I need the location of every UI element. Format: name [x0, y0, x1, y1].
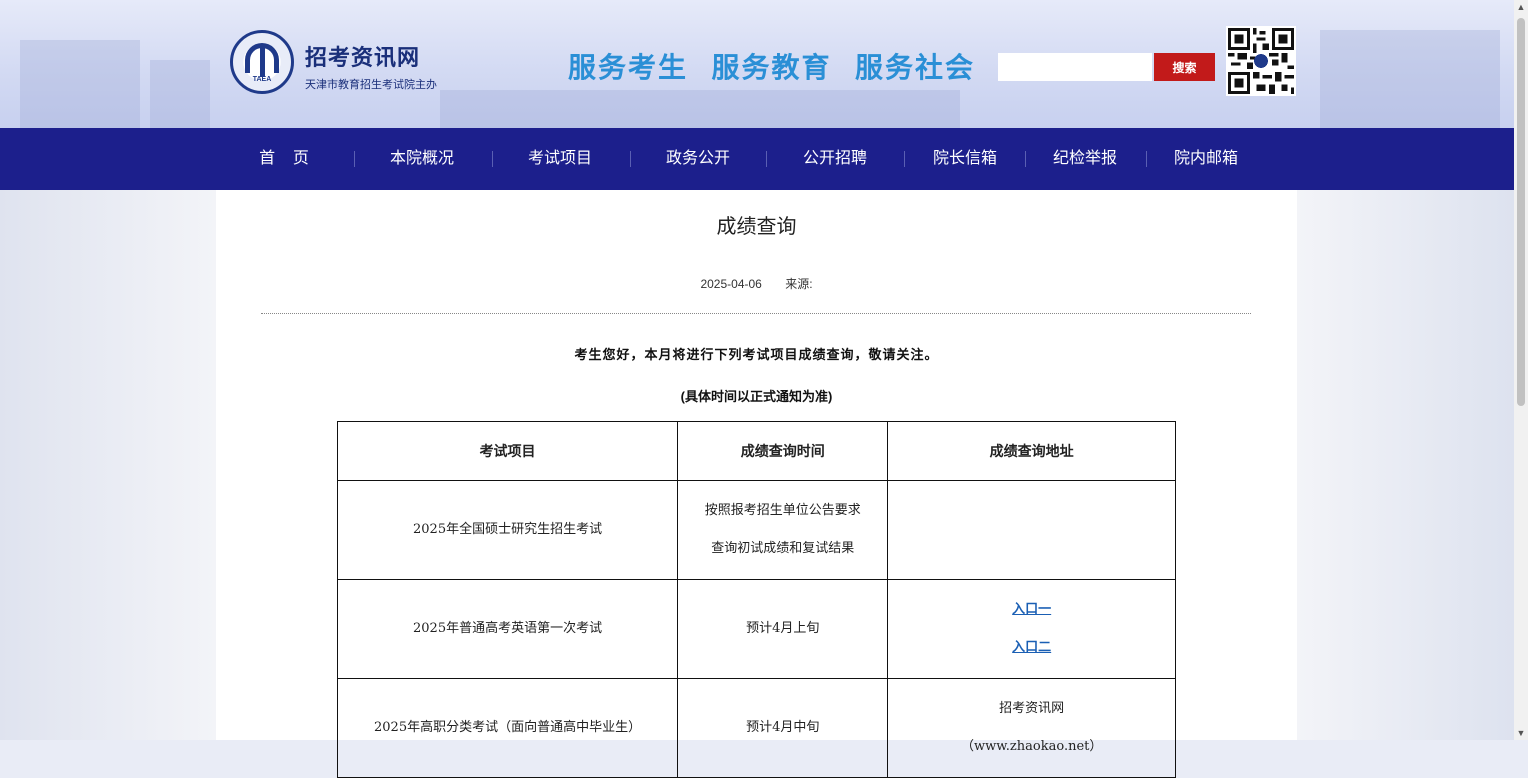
- cell-time: 预计4月上旬: [677, 579, 889, 679]
- article-intro: 考生您好，本月将进行下列考试项目成绩查询，敬请关注。: [574, 348, 939, 363]
- nav-item-home[interactable]: 首 页: [244, 128, 324, 190]
- background-building: [1320, 30, 1500, 128]
- nav-divider: [766, 151, 767, 167]
- logo-icon[interactable]: TAEA: [230, 30, 294, 94]
- nav-item-discipline-report[interactable]: 纪检举报: [1045, 128, 1125, 190]
- table-row: 2025年高职分类考试（面向普通高中毕业生） 预计4月中旬 招考资讯网 （www…: [336, 678, 1176, 778]
- background-building: [150, 60, 210, 128]
- search-button[interactable]: 搜索: [1154, 53, 1215, 81]
- slogan: 服务考生 服务教育 服务社会: [568, 51, 975, 84]
- column-header-project: 考试项目: [336, 421, 679, 481]
- cell-time: 按照报考招生单位公告要求 查询初试成绩和复试结果: [677, 480, 889, 580]
- background-building: [20, 40, 140, 128]
- nav-divider: [492, 151, 493, 167]
- nav-divider: [630, 151, 631, 167]
- cell-address: 入口一 入口二: [887, 579, 1176, 679]
- cell-address: 招考资讯网 （www.zhaokao.net）: [887, 678, 1176, 778]
- cell-project: 2025年高职分类考试（面向普通高中毕业生）: [336, 678, 679, 778]
- article-date: 2025-04-06: [700, 277, 762, 291]
- site-header: TAEA 招考资讯网 天津市教育招生考试院主办 服务考生 服务教育 服务社会 搜…: [0, 0, 1514, 128]
- article-content: 成绩查询 2025-04-06 来源: 考生您好，本月将进行下列考试项目成绩查询…: [216, 190, 1297, 778]
- qr-code-icon: [1226, 26, 1296, 96]
- table-header-row: 考试项目 成绩查询时间 成绩查询地址: [336, 421, 1176, 481]
- entry-link-1[interactable]: 入口一: [889, 591, 1174, 629]
- site-subtitle: 天津市教育招生考试院主办: [305, 79, 437, 91]
- logo-text: TAEA: [252, 76, 272, 83]
- article-source-label: 来源:: [785, 277, 813, 291]
- score-query-table: 考试项目 成绩查询时间 成绩查询地址 2025年全国硕士研究生招生考试 按照报考…: [336, 421, 1176, 778]
- cell-time-line: 按照报考招生单位公告要求: [704, 503, 861, 518]
- nav-item-government-affairs[interactable]: 政务公开: [658, 128, 738, 190]
- cell-time: 预计4月中旬: [677, 678, 889, 778]
- scroll-up-icon[interactable]: ▲: [1514, 0, 1528, 14]
- nav-item-about[interactable]: 本院概况: [382, 128, 462, 190]
- nav-divider: [904, 151, 905, 167]
- article-note: (具体时间以正式通知为准): [680, 389, 833, 404]
- search-input[interactable]: [998, 53, 1152, 81]
- cell-address: [887, 480, 1176, 580]
- table-row: 2025年普通高考英语第一次考试 预计4月上旬 入口一 入口二: [336, 579, 1176, 679]
- nav-item-exams[interactable]: 考试项目: [520, 128, 600, 190]
- table-row: 2025年全国硕士研究生招生考试 按照报考招生单位公告要求 查询初试成绩和复试结…: [336, 480, 1176, 580]
- nav-divider: [1025, 151, 1026, 167]
- article-meta: 2025-04-06 来源:: [216, 275, 1297, 292]
- column-header-address: 成绩查询地址: [887, 421, 1176, 481]
- nav-item-recruitment[interactable]: 公开招聘: [795, 128, 875, 190]
- main-nav: 首 页 本院概况 考试项目 政务公开 公开招聘 院长信箱 纪检举报 院内邮箱: [0, 128, 1514, 190]
- column-header-time: 成绩查询时间: [677, 421, 889, 481]
- site-name[interactable]: 招考资讯网: [305, 40, 420, 72]
- cell-project: 2025年普通高考英语第一次考试: [336, 579, 679, 679]
- cell-time-line: 查询初试成绩和复试结果: [711, 541, 855, 556]
- scroll-down-icon[interactable]: ▼: [1514, 726, 1528, 740]
- title-divider: [261, 313, 1251, 314]
- background-building: [440, 90, 960, 128]
- entry-link-2[interactable]: 入口二: [889, 629, 1174, 667]
- nav-item-internal-mail[interactable]: 院内邮箱: [1166, 128, 1246, 190]
- cell-address-line: 招考资讯网: [999, 701, 1065, 716]
- cell-project: 2025年全国硕士研究生招生考试: [336, 480, 679, 580]
- page-title: 成绩查询: [716, 216, 797, 238]
- nav-item-president-mailbox[interactable]: 院长信箱: [925, 128, 1005, 190]
- nav-divider: [1146, 151, 1147, 167]
- scrollbar-thumb[interactable]: [1517, 18, 1525, 406]
- nav-divider: [354, 151, 355, 167]
- vertical-scrollbar[interactable]: ▲ ▼: [1514, 0, 1528, 740]
- cell-address-line: （www.zhaokao.net）: [960, 739, 1103, 754]
